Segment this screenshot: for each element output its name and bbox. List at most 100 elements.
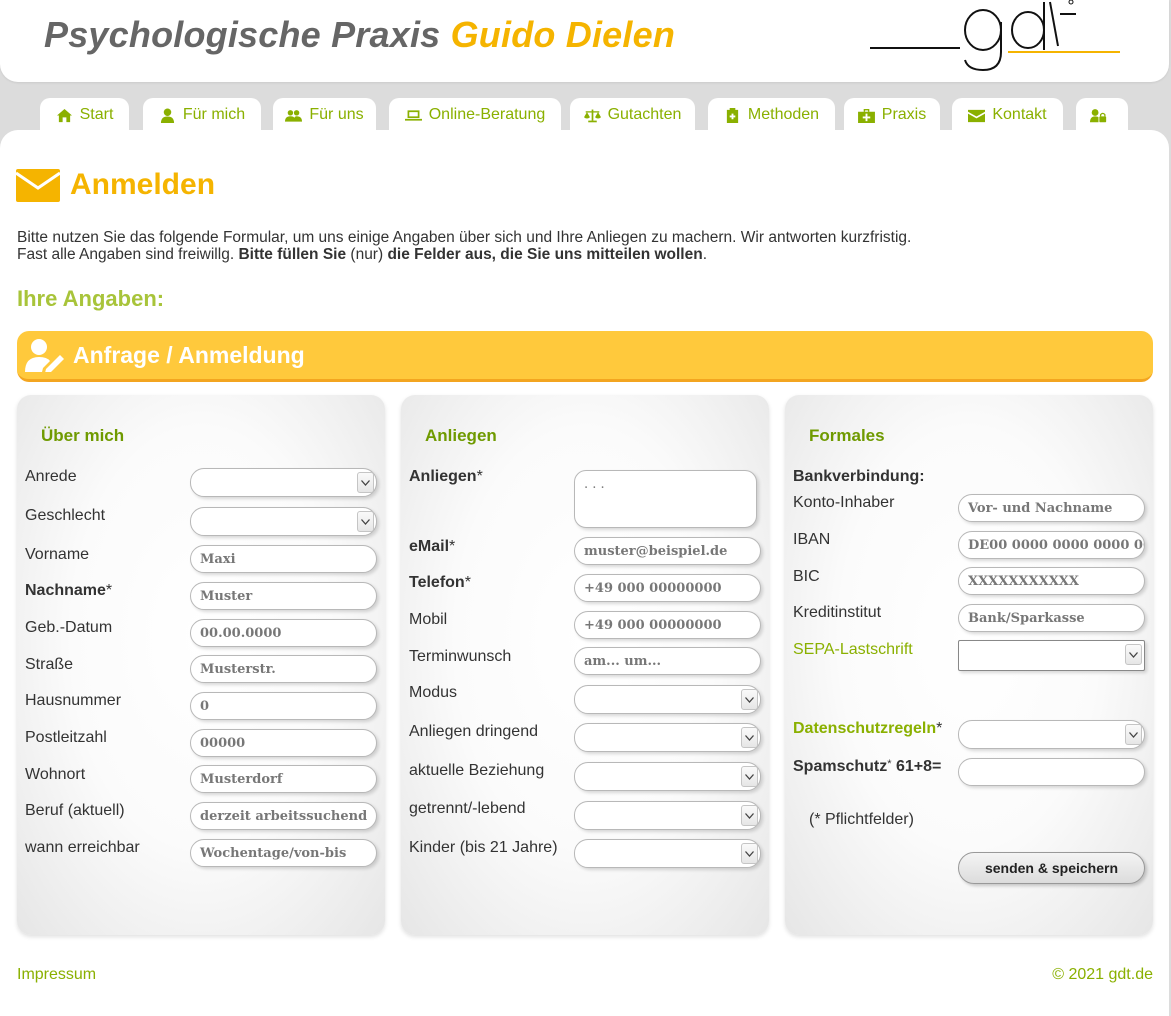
gdt-logo[interactable]	[868, 0, 1128, 74]
form-column-concern: Anliegen Anliegen* . . . eMail* muster@b…	[401, 395, 769, 935]
dringend-select[interactable]	[574, 723, 761, 752]
balance-scale-icon	[583, 109, 601, 122]
label-text: eMail	[409, 538, 450, 555]
sepa-select[interactable]	[958, 640, 1145, 671]
bic-input[interactable]: XXXXXXXXXXX	[958, 567, 1145, 595]
modus-select[interactable]	[574, 685, 761, 714]
spamschutz-input[interactable]	[958, 758, 1145, 786]
label-kinder: Kinder (bis 21 Jahre)	[409, 839, 558, 856]
form-column-about: Über mich Anrede Geschlecht Vorname Maxi…	[17, 395, 385, 935]
geburtsdatum-input[interactable]: 00.00.0000	[190, 619, 377, 647]
iban-input[interactable]: DE00 0000 0000 0000 0000 00	[958, 531, 1145, 559]
strasse-input[interactable]: Musterstr.	[190, 655, 377, 683]
label-text: Spamschutz	[793, 758, 888, 775]
tab-label: Für uns	[309, 106, 364, 123]
beruf-input[interactable]: derzeit arbeitssuchend	[190, 802, 377, 830]
user-edit-icon	[25, 339, 64, 372]
label-kontoinhaber: Konto-Inhaber	[793, 494, 895, 511]
chevron-down-icon	[741, 766, 758, 787]
clipboard-plus-icon	[726, 107, 739, 123]
tab-label: Für mich	[182, 106, 246, 123]
telefon-input[interactable]: +49 000 00000000	[574, 574, 761, 602]
chevron-down-icon	[741, 843, 758, 864]
laptop-icon	[404, 109, 422, 121]
tab-gutachten[interactable]: Gutachten	[570, 98, 695, 132]
tab-methoden[interactable]: Methoden	[708, 98, 835, 132]
wohnort-input[interactable]: Musterdorf	[190, 765, 377, 793]
vorname-input[interactable]: Maxi	[190, 545, 377, 573]
label-hausnummer: Hausnummer	[25, 692, 122, 709]
label-geschlecht: Geschlecht	[25, 507, 106, 524]
kreditinstitut-input[interactable]: Bank/Sparkasse	[958, 604, 1145, 632]
site-title[interactable]: Psychologische Praxis Guido Dielen	[44, 14, 675, 56]
tab-praxis[interactable]: Praxis	[844, 98, 940, 132]
user-lock-icon	[1090, 108, 1107, 122]
label-mobil: Mobil	[409, 611, 448, 628]
postleitzahl-input[interactable]: 00000	[190, 729, 377, 757]
beziehung-select[interactable]	[574, 762, 761, 791]
geschlecht-select[interactable]	[190, 507, 377, 536]
envelope-icon	[16, 168, 60, 202]
email-input[interactable]: muster@beispiel.de	[574, 537, 761, 565]
required-note: (* Pflichtfelder)	[809, 811, 914, 828]
chevron-down-icon	[1125, 724, 1142, 745]
page-heading: Anmelden	[16, 168, 215, 202]
impressum-link[interactable]: Impressum	[17, 966, 96, 984]
label-text: Anliegen	[409, 468, 477, 485]
label-vorname: Vorname	[25, 546, 90, 563]
intro-text: Bitte nutzen Sie das folgende Formular, …	[17, 229, 911, 263]
tab-fuer-uns[interactable]: Für uns	[273, 98, 376, 132]
users-icon	[285, 109, 303, 122]
intro-text-b: Bitte füllen Sie	[238, 246, 347, 263]
tab-fuer-mich[interactable]: Für mich	[143, 98, 261, 132]
intro-text-c: (nur)	[350, 246, 384, 263]
tab-label: Methoden	[747, 106, 820, 123]
home-icon	[56, 108, 72, 122]
tab-online-beratung[interactable]: Online-Beratung	[389, 98, 561, 132]
spam-question: 61+8=	[895, 758, 942, 775]
form-column-formal: Formales Bankverbindung: Konto-Inhaber V…	[785, 395, 1153, 935]
intro-line-2: Fast alle Angaben sind freiwillg. Bitte …	[17, 246, 911, 263]
tab-label: Start	[79, 106, 114, 123]
tab-label: Praxis	[881, 106, 927, 123]
page-title: Anmelden	[70, 168, 216, 201]
label-dringend: Anliegen dringend	[409, 723, 538, 740]
label-sepa: SEPA-Lastschrift	[793, 641, 913, 658]
tab-kontakt[interactable]: Kontakt	[952, 98, 1063, 132]
kontoinhaber-input[interactable]: Vor- und Nachname	[958, 494, 1145, 522]
label-text: Datenschutzregeln	[793, 720, 937, 737]
datenschutz-select[interactable]	[958, 720, 1145, 749]
label-nachname: Nachname*	[25, 582, 112, 600]
label-telefon: Telefon*	[409, 574, 471, 592]
label-beziehung: aktuelle Beziehung	[409, 762, 545, 779]
intro-text-d: die Felder aus, die Sie uns mitteilen wo…	[387, 246, 703, 263]
required-marker: *	[105, 582, 113, 599]
label-geburtsdatum: Geb.-Datum	[25, 619, 113, 636]
anliegen-textarea[interactable]: . . .	[574, 470, 757, 528]
terminwunsch-input[interactable]: am... um...	[574, 647, 761, 675]
anrede-select[interactable]	[190, 468, 377, 497]
tab-start[interactable]: Start	[40, 98, 129, 132]
column-title: Über mich	[41, 426, 125, 445]
submit-button[interactable]: senden & speichern	[958, 852, 1145, 884]
kinder-select[interactable]	[574, 839, 761, 868]
column-title: Formales	[809, 426, 885, 445]
mobil-input[interactable]: +49 000 00000000	[574, 611, 761, 639]
erreichbar-input[interactable]: Wochentage/von-bis	[190, 839, 377, 867]
getrennt-select[interactable]	[574, 801, 761, 830]
label-postleitzahl: Postleitzahl	[25, 729, 107, 746]
label-getrennt: getrennt/-lebend	[409, 800, 526, 817]
site-title-accent: Guido Dielen	[450, 14, 676, 55]
column-title: Anliegen	[425, 426, 497, 445]
required-marker: *	[464, 574, 471, 591]
user-icon	[160, 107, 174, 123]
tab-label: Kontakt	[992, 106, 1047, 123]
required-marker: *	[449, 538, 456, 555]
label-kreditinstitut: Kreditinstitut	[793, 604, 882, 621]
label-erreichbar: wann erreichbar	[25, 839, 140, 856]
hausnummer-input[interactable]: 0	[190, 692, 377, 720]
copyright-link[interactable]: © 2021 gdt.de	[1052, 966, 1153, 984]
tab-login[interactable]	[1076, 98, 1128, 132]
label-anrede: Anrede	[25, 468, 77, 485]
nachname-input[interactable]: Muster	[190, 582, 377, 610]
